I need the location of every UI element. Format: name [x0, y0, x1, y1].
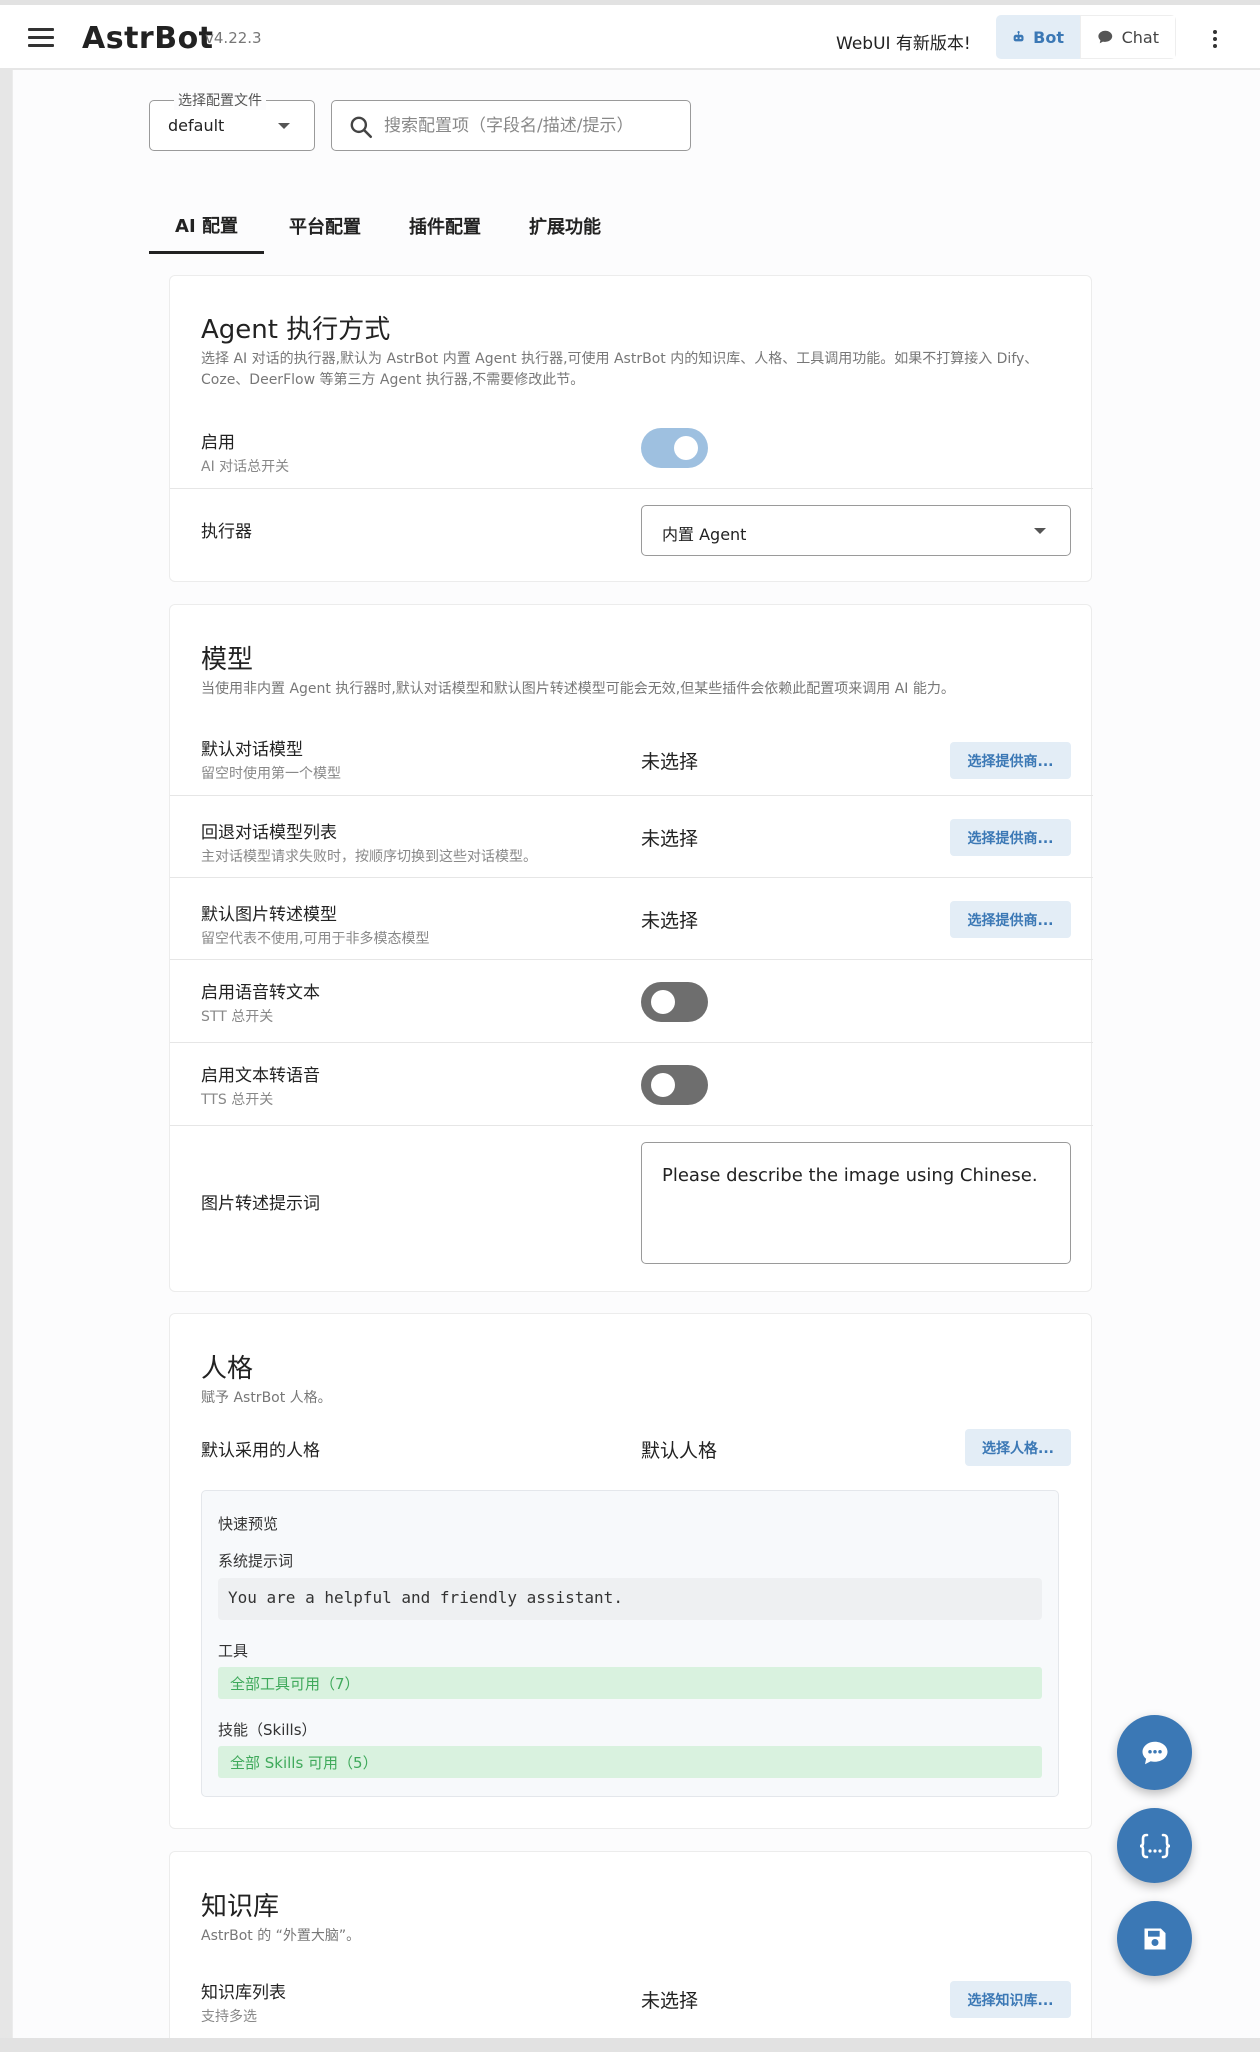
persona-default-value: 默认人格 [641, 1440, 718, 1462]
select-provider-button[interactable]: 选择提供商... [950, 742, 1071, 779]
app-version: v4.22.3 [205, 29, 262, 47]
kb-section-title: 知识库 [201, 1892, 280, 1922]
tts-label: 启用文本转语音 [201, 1066, 320, 1086]
caption-prompt-label: 图片转述提示词 [201, 1194, 320, 1214]
tab-extensions[interactable]: 扩展功能 [504, 198, 626, 254]
chat-fab-button[interactable] [1117, 1715, 1192, 1790]
agent-executor-row: 执行器 内置 Agent [170, 488, 1093, 582]
chat-bubble-icon [1098, 30, 1113, 44]
persona-section-card: 人格 赋予 AstrBot 人格。 默认采用的人格 默认人格 选择人格... 快… [169, 1313, 1092, 1829]
select-provider-button[interactable]: 选择提供商... [950, 819, 1071, 856]
save-fab-button[interactable] [1117, 1901, 1192, 1976]
config-file-select[interactable]: 选择配置文件 default [149, 90, 315, 151]
tts-toggle[interactable] [641, 1065, 708, 1105]
persona-section-title: 人格 [201, 1354, 254, 1384]
select-kb-button[interactable]: 选择知识库... [950, 1981, 1071, 2018]
skills-status-badge: 全部 Skills 可用（5） [218, 1746, 1042, 1778]
model-row-value: 未选择 [641, 751, 699, 773]
chat-mode-button[interactable]: Chat [1080, 15, 1176, 59]
caption-prompt-row: 图片转述提示词 Please describe the image using … [170, 1125, 1093, 1291]
mode-toggle-group: Bot Chat [996, 15, 1176, 59]
model-row-label: 回退对话模型列表 [201, 823, 337, 843]
agent-enable-sub: AI 对话总开关 [201, 459, 290, 475]
persona-section-description: 赋予 AstrBot 人格。 [201, 1390, 332, 1406]
model-row: 默认对话模型 留空时使用第一个模型 未选择 选择提供商... [170, 713, 1093, 795]
model-row-label: 默认对话模型 [201, 740, 303, 760]
tts-row: 启用文本转语音 TTS 总开关 [170, 1042, 1093, 1125]
bot-mode-button[interactable]: Bot [996, 15, 1080, 59]
model-row-sub: 留空代表不使用,可用于非多模态模型 [201, 931, 430, 947]
kb-list-sub: 支持多选 [201, 2009, 257, 2025]
model-row: 默认图片转述模型 留空代表不使用,可用于非多模态模型 未选择 选择提供商... [170, 877, 1093, 959]
kb-list-row: 知识库列表 支持多选 未选择 选择知识库... [170, 1964, 1093, 2044]
stt-label: 启用语音转文本 [201, 983, 320, 1003]
save-icon [1144, 1928, 1165, 1949]
tab-ai-config[interactable]: AI 配置 [149, 198, 264, 254]
model-row-value: 未选择 [641, 910, 699, 932]
preview-title: 快速预览 [218, 1515, 279, 1533]
menu-icon[interactable] [28, 28, 54, 48]
config-search-box [331, 100, 691, 151]
system-prompt-label: 系统提示词 [218, 1552, 294, 1570]
agent-section-title: Agent 执行方式 [201, 315, 391, 345]
stt-row: 启用语音转文本 STT 总开关 [170, 959, 1093, 1042]
update-notice[interactable]: WebUI 有新版本! [836, 29, 971, 54]
config-search-input[interactable] [384, 111, 674, 141]
dropdown-caret-icon [278, 123, 290, 129]
executor-select[interactable]: 内置 Agent [641, 505, 1071, 556]
model-row-sub: 主对话模型请求失败时，按顺序切换到这些对话模型。 [201, 849, 537, 865]
caption-prompt-value: Please describe the image using Chinese. [662, 1165, 1038, 1186]
executor-value: 内置 Agent [662, 525, 747, 544]
model-row-sub: 留空时使用第一个模型 [201, 766, 341, 782]
window-bottom-strip [0, 2038, 1260, 2052]
tools-status-badge: 全部工具可用（7） [218, 1667, 1042, 1699]
kb-list-label: 知识库列表 [201, 1983, 286, 2003]
model-section-description: 当使用非内置 Agent 执行器时,默认对话模型和默认图片转述模型可能会无效,但… [201, 681, 955, 697]
agent-enable-label: 启用 [201, 433, 235, 453]
agent-enable-row: 启用 AI 对话总开关 [170, 406, 1093, 488]
agent-section-description: 选择 AI 对话的执行器,默认为 AstrBot 内置 Agent 执行器,可使… [201, 351, 1039, 388]
tab-plugin-config[interactable]: 插件配置 [386, 198, 504, 254]
model-section-card: 模型 当使用非内置 Agent 执行器时,默认对话模型和默认图片转述模型可能会无… [169, 604, 1093, 1292]
kb-section-description: AstrBot 的 “外置大脑”。 [201, 1928, 361, 1944]
persona-default-row: 默认采用的人格 默认人格 选择人格... [170, 1422, 1093, 1482]
stt-toggle[interactable] [641, 982, 708, 1022]
config-file-legend: 选择配置文件 [174, 90, 266, 110]
kb-section-card: 知识库 AstrBot 的 “外置大脑”。 知识库列表 支持多选 未选择 选择知… [169, 1851, 1092, 2051]
tts-sub: TTS 总开关 [201, 1092, 274, 1108]
skills-label: 技能（Skills） [218, 1721, 317, 1739]
persona-default-label: 默认采用的人格 [201, 1441, 320, 1461]
config-tabs: AI 配置 平台配置 插件配置 扩展功能 [149, 198, 626, 254]
system-prompt-value: You are a helpful and friendly assistant… [218, 1578, 1042, 1620]
tools-label: 工具 [218, 1642, 249, 1660]
model-row-value: 未选择 [641, 828, 699, 850]
executor-label: 执行器 [201, 522, 252, 542]
agent-section-card: Agent 执行方式 选择 AI 对话的执行器,默认为 AstrBot 内置 A… [169, 275, 1093, 582]
more-vert-icon[interactable] [1213, 30, 1219, 51]
chat-mode-label: Chat [1121, 27, 1159, 47]
robot-icon [1013, 30, 1024, 42]
json-braces-icon [1139, 1833, 1170, 1858]
stt-sub: STT 总开关 [201, 1009, 274, 1025]
bot-mode-label: Bot [1033, 27, 1064, 47]
chat-fab-icon [1142, 1741, 1167, 1764]
dropdown-caret-icon [1034, 528, 1046, 534]
caption-prompt-textarea[interactable]: Please describe the image using Chinese. [641, 1142, 1071, 1264]
agent-enable-toggle[interactable] [641, 428, 708, 468]
model-row-label: 默认图片转述模型 [201, 905, 337, 925]
json-editor-fab-button[interactable] [1117, 1808, 1192, 1883]
app-bar: AstrBot v4.22.3 WebUI 有新版本! Bot Chat [0, 5, 1260, 69]
persona-quick-preview: 快速预览 系统提示词 You are a helpful and friendl… [201, 1490, 1059, 1797]
search-icon [350, 116, 373, 139]
app-title: AstrBot [82, 21, 214, 56]
config-file-value: default [168, 116, 225, 135]
model-section-title: 模型 [201, 645, 254, 675]
kb-list-value: 未选择 [641, 1990, 699, 2012]
model-row: 回退对话模型列表 主对话模型请求失败时，按顺序切换到这些对话模型。 未选择 选择… [170, 795, 1093, 877]
select-persona-button[interactable]: 选择人格... [965, 1429, 1071, 1466]
tab-platform-config[interactable]: 平台配置 [264, 198, 386, 254]
select-provider-button[interactable]: 选择提供商... [950, 901, 1071, 938]
